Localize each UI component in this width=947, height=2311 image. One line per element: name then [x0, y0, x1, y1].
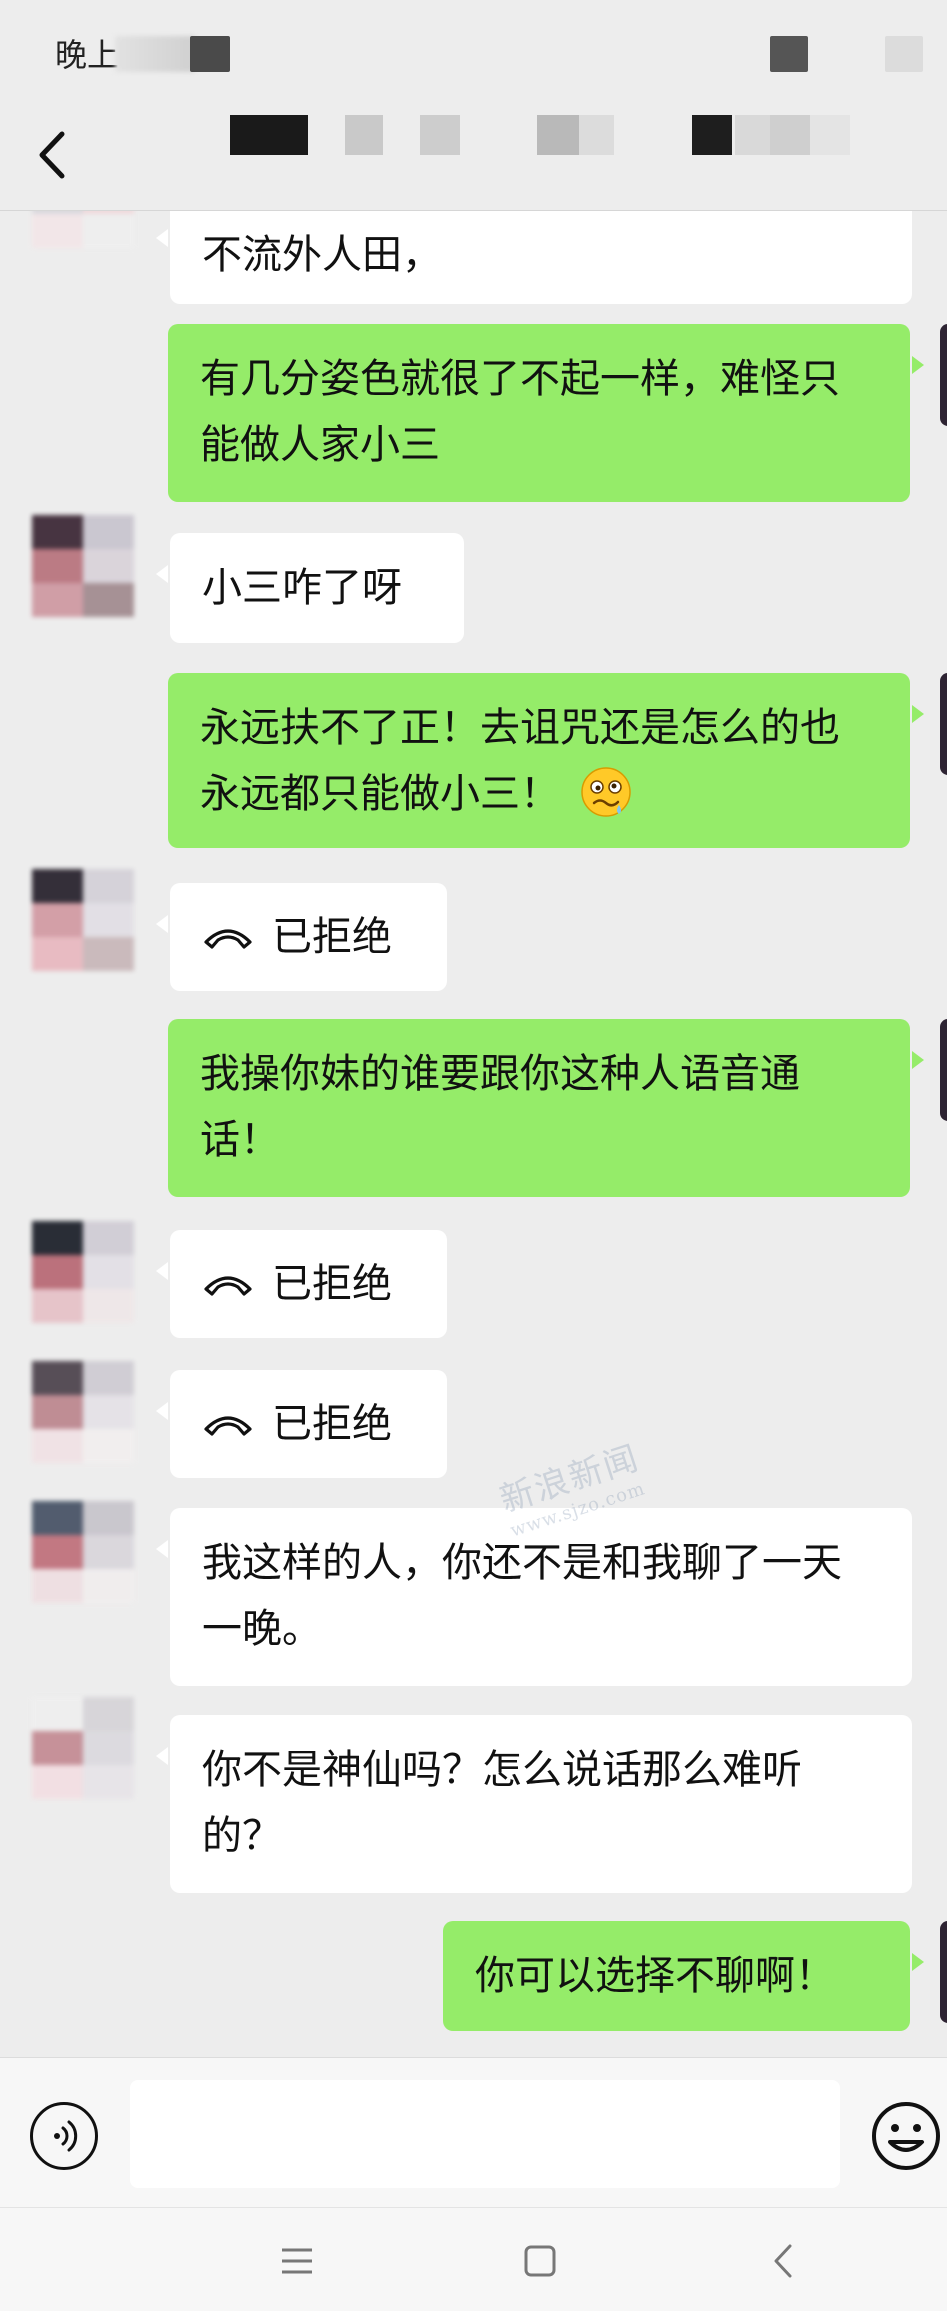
message-input[interactable] [130, 2080, 840, 2188]
message-bubble-outgoing[interactable]: 你可以选择不聊啊！ [443, 1921, 924, 2031]
system-nav-bar [0, 2207, 947, 2311]
contact-avatar[interactable] [32, 1501, 134, 1603]
message-text: 我操你妹的谁要跟你这种人语音通话！ [200, 1051, 800, 1163]
contact-avatar[interactable] [32, 1697, 134, 1799]
hangup-phone-icon [204, 1416, 252, 1436]
call-record-bubble[interactable]: 已拒绝 [156, 883, 447, 991]
contact-avatar[interactable] [32, 1221, 134, 1323]
message-bubble-outgoing[interactable]: 永远扶不了正！去诅咒还是怎么的也永远都只能做小三！ [168, 673, 924, 848]
call-status-text: 已拒绝 [272, 1401, 392, 1447]
message-text: 我这样的人，你还不是和我聊了一天一晚。 [202, 1540, 842, 1652]
status-blur-1 [115, 36, 195, 72]
my-avatar[interactable] [940, 673, 947, 775]
message-input-bar [0, 2057, 947, 2208]
status-blur-2 [190, 36, 230, 72]
message-text: 小三咋了呀 [202, 565, 402, 611]
message-text: 你不是神仙吗？怎么说话那么难听的？ [202, 1747, 802, 1859]
contact-avatar[interactable] [32, 869, 134, 971]
chat-header [0, 100, 947, 211]
chat-messages[interactable]: 不流外人田， 有几分姿色就很了不起一样，难怪只能做人家小三 小三咋了呀 永远扶不… [0, 211, 947, 2056]
status-bar: 晚上8 [0, 0, 947, 100]
hangup-phone-icon [204, 1276, 252, 1296]
contact-avatar[interactable] [32, 1361, 134, 1463]
message-text: 你可以选择不聊啊！ [475, 1953, 835, 1999]
call-status-text: 已拒绝 [272, 914, 392, 960]
message-bubble-incoming[interactable]: 我这样的人，你还不是和我聊了一天一晚。 [156, 1508, 912, 1686]
message-bubble-outgoing[interactable]: 有几分姿色就很了不起一样，难怪只能做人家小三 [168, 324, 924, 502]
message-bubble-incoming[interactable]: 不流外人田， [156, 211, 912, 304]
message-text: 有几分姿色就很了不起一样，难怪只能做人家小三 [200, 356, 840, 468]
hangup-phone-icon [204, 929, 252, 949]
chevron-left-icon[interactable] [28, 120, 84, 190]
message-bubble-incoming[interactable]: 你不是神仙吗？怎么说话那么难听的？ [156, 1715, 912, 1893]
call-record-bubble[interactable]: 已拒绝 [156, 1230, 447, 1338]
contact-avatar[interactable] [32, 515, 134, 617]
menu-lines-icon[interactable] [272, 2236, 322, 2286]
home-square-icon[interactable] [515, 2236, 565, 2286]
call-status-text: 已拒绝 [272, 1261, 392, 1307]
voice-input-icon[interactable] [30, 2102, 98, 2170]
my-avatar[interactable] [940, 1019, 947, 1121]
status-blur-4 [885, 36, 923, 72]
woozy-face-emoji [580, 767, 631, 817]
message-bubble-outgoing[interactable]: 我操你妹的谁要跟你这种人语音通话！ [168, 1019, 924, 1197]
contact-avatar[interactable] [32, 211, 134, 248]
smiley-face-icon[interactable] [870, 2100, 942, 2172]
call-record-bubble[interactable]: 已拒绝 [156, 1370, 447, 1478]
back-triangle-icon[interactable] [760, 2236, 810, 2286]
my-avatar[interactable] [940, 1921, 947, 2023]
my-avatar[interactable] [940, 324, 947, 426]
message-text: 永远扶不了正！去诅咒还是怎么的也永远都只能做小三！ [200, 705, 840, 817]
message-text: 不流外人田， [202, 232, 442, 278]
status-blur-3 [770, 36, 808, 72]
message-bubble-incoming[interactable]: 小三咋了呀 [156, 533, 464, 643]
